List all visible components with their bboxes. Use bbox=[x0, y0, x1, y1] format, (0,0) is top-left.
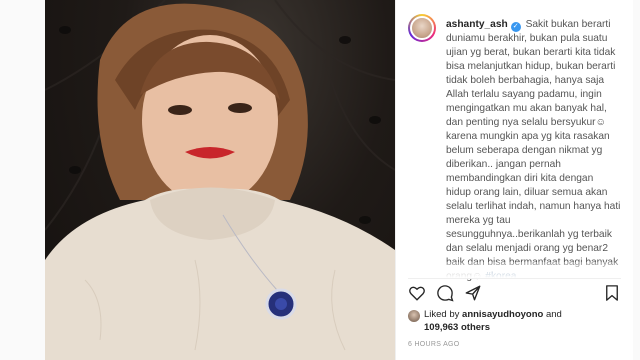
caption-line: bisa melanjutkan hidup, bukan berarti bbox=[446, 61, 616, 72]
action-bar bbox=[408, 284, 621, 304]
liked-by-prefix: Liked by bbox=[424, 309, 463, 320]
share-icon[interactable] bbox=[464, 284, 482, 302]
liked-by-and: and bbox=[543, 309, 562, 320]
caption-line: duniamu berakhir, bukan pula suatu bbox=[446, 33, 608, 44]
left-margin bbox=[0, 0, 45, 360]
caption-line: mereka yg tau bbox=[446, 215, 511, 226]
caption-line: selalu terlihat indah, namun hanya hati bbox=[446, 201, 621, 212]
caption-text: Sakit bukan berarti duniamu berakhir, buk… bbox=[446, 19, 620, 268]
caption-line: dan penting nya selalu bersyukur☺ bbox=[446, 117, 606, 128]
liker-avatar[interactable] bbox=[408, 310, 420, 322]
likes-count-line: 109,963 others bbox=[424, 322, 490, 333]
caption-line: belum seberapa dengan nikmat yg bbox=[446, 145, 603, 156]
post-caption: ashanty_ash ✓ Sakit bukan berarti duniamu … bbox=[446, 18, 626, 284]
likes-count-link[interactable]: 109,963 others bbox=[424, 322, 490, 333]
post-photo-illustration bbox=[45, 0, 395, 360]
caption-fade bbox=[396, 262, 633, 278]
liked-by-line: Liked by annisayudhoyono and bbox=[424, 309, 562, 320]
right-margin bbox=[632, 0, 640, 360]
user-avatar[interactable] bbox=[408, 14, 436, 42]
post-side-panel: ashanty_ash ✓ Sakit bukan berarti duniamu … bbox=[395, 0, 633, 360]
caption-line: mengingatkan mu akan banyak hal, bbox=[446, 103, 607, 114]
bookmark-icon[interactable] bbox=[603, 284, 621, 302]
caption-line: sesungguhnya..berikanlah yg terbaik bbox=[446, 229, 612, 240]
caption-line: diberikan.. jangan pernah bbox=[446, 159, 561, 170]
caption-line: tidak boleh berbahagia, hanya saja bbox=[446, 75, 605, 86]
username-link[interactable]: ashanty_ash bbox=[446, 19, 508, 30]
caption-line: ujian yg berat, bukan berarti kita tidak bbox=[446, 47, 616, 58]
post-photo[interactable] bbox=[45, 0, 395, 360]
likes-summary: Liked by annisayudhoyono and 109,963 oth… bbox=[408, 308, 628, 336]
heart-icon[interactable] bbox=[408, 284, 426, 302]
post-caption-area: ashanty_ash ✓ Sakit bukan berarti duniamu … bbox=[396, 0, 633, 282]
caption-line: Allah terlalu sayang padamu, ingin bbox=[446, 89, 602, 100]
caption-line: Sakit bukan berarti bbox=[525, 19, 611, 30]
caption-line: dan selalu menjadi orang yg benar2 bbox=[446, 243, 608, 254]
caption-line: karena mungkin apa yg kita rasakan bbox=[446, 131, 610, 142]
comment-icon[interactable] bbox=[436, 284, 454, 302]
caption-line: membandingkan diri kita dengan bbox=[446, 173, 594, 184]
verified-badge-icon: ✓ bbox=[510, 22, 521, 32]
liker-username-link[interactable]: annisayudhoyono bbox=[462, 309, 543, 320]
caption-line: hidup orang lain, diluar semua akan bbox=[446, 187, 608, 198]
post-timestamp[interactable]: 6 HOURS AGO bbox=[408, 341, 460, 348]
divider bbox=[408, 278, 621, 279]
